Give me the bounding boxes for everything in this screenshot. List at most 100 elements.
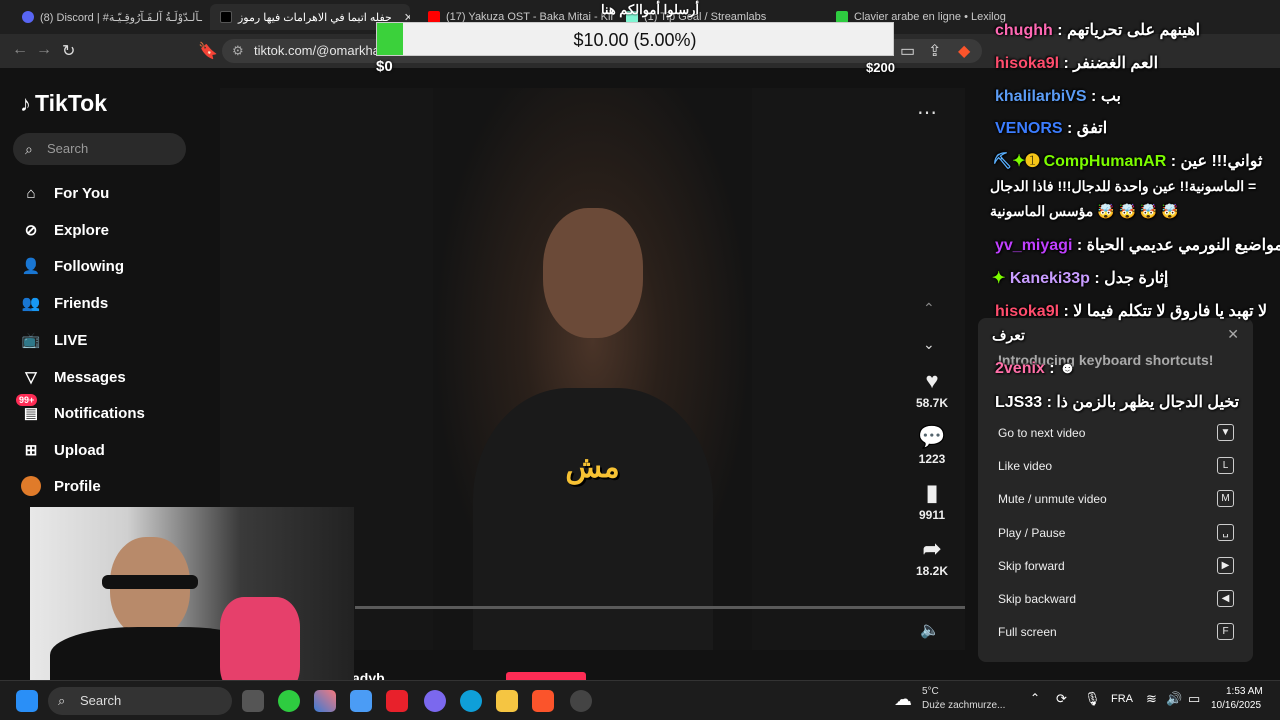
comment-button[interactable]: 💬 1223 bbox=[906, 424, 958, 466]
chat-message: hisoka9l : العم الغضنفر bbox=[995, 55, 1159, 72]
search-icon: ⌕ bbox=[25, 141, 33, 157]
edge-icon[interactable] bbox=[460, 690, 482, 712]
nav-messages[interactable]: ▽ Messages bbox=[20, 366, 126, 388]
share-button[interactable]: ➦ 18.2K bbox=[906, 536, 958, 578]
file-explorer-icon[interactable] bbox=[496, 690, 518, 712]
sunglasses bbox=[102, 575, 198, 589]
nav-label: Notifications bbox=[54, 404, 145, 422]
messages-icon: ▽ bbox=[25, 369, 37, 386]
reload-icon[interactable]: ↻ bbox=[62, 41, 75, 61]
donation-goal-bar: $10.00 (5.00%) bbox=[376, 22, 894, 56]
chat-message: hisoka9l : لا تهبد يا فاروق لا تتكلم فيم… bbox=[995, 303, 1268, 320]
taskbar-search-label: Search bbox=[80, 693, 122, 708]
chat-message: VENORS : اتفق bbox=[995, 120, 1108, 137]
share-arrow-icon: ➦ bbox=[922, 536, 942, 561]
nav-friends[interactable]: 👥 Friends bbox=[20, 292, 109, 314]
language-indicator[interactable]: FRA bbox=[1111, 693, 1133, 705]
clock-date[interactable]: 10/16/2025 bbox=[1211, 700, 1261, 711]
task-view-icon[interactable] bbox=[242, 690, 264, 712]
nav-for-you[interactable]: ⌂ For You bbox=[20, 182, 109, 204]
compass-icon: ⊘ bbox=[24, 222, 38, 239]
nav-upload[interactable]: ⊞ Upload bbox=[20, 439, 105, 461]
forward-icon[interactable]: → bbox=[36, 41, 52, 59]
chat-text: لا تهبد يا فاروق لا تتكلم فيما لا bbox=[1073, 303, 1268, 320]
windows-start-icon[interactable] bbox=[16, 690, 38, 712]
wifi-icon[interactable]: ≋ bbox=[1146, 691, 1157, 707]
app-icon[interactable] bbox=[386, 690, 408, 712]
bookmark-icon: ▮ bbox=[925, 480, 939, 505]
shortcut-key: ␣ bbox=[1217, 524, 1234, 541]
logo-text: TikTok bbox=[35, 90, 107, 116]
xbox-icon[interactable] bbox=[278, 690, 300, 712]
site-settings-icon[interactable]: ⚙ bbox=[232, 39, 244, 63]
bookmark-icon[interactable]: 🔖 bbox=[198, 41, 218, 61]
share-count: 18.2K bbox=[915, 564, 949, 578]
battery-icon[interactable]: ▭ bbox=[1188, 691, 1200, 707]
shortcut-row: Go to next video ▼ bbox=[998, 424, 1234, 441]
nav-live[interactable]: 📺 LIVE bbox=[20, 329, 88, 351]
shortcut-label: Skip backward bbox=[998, 591, 1077, 606]
chat-app-icon[interactable] bbox=[424, 690, 446, 712]
avatar-icon bbox=[20, 475, 42, 497]
video-caption: مش bbox=[565, 451, 620, 484]
donation-min: $0 bbox=[376, 58, 393, 75]
search-input[interactable]: ⌕ Search bbox=[13, 133, 186, 165]
microphone-icon[interactable]: 🎙 bbox=[1084, 691, 1101, 707]
save-button[interactable]: ▮ 9911 bbox=[906, 480, 958, 522]
store-icon[interactable] bbox=[350, 690, 372, 712]
shortcut-key: ◀ bbox=[1217, 590, 1234, 607]
chat-text: بب bbox=[1100, 88, 1121, 105]
taskbar-search[interactable]: ⌕ Search bbox=[48, 687, 232, 715]
video-progress-bar[interactable] bbox=[355, 606, 965, 609]
shortcut-row: Skip backward ◀ bbox=[998, 590, 1234, 607]
chat-message: ⛏✦➊ CompHumanAR : ثواني!!! عين bbox=[992, 153, 1263, 170]
chevron-down-icon[interactable]: ⌄ bbox=[923, 336, 935, 353]
nav-label: For You bbox=[54, 184, 110, 202]
back-icon[interactable]: ← bbox=[12, 41, 28, 59]
chevron-up-icon[interactable]: ⌃ bbox=[1030, 691, 1040, 705]
brave-shield-icon[interactable]: ◆ bbox=[958, 41, 970, 61]
tab-discord[interactable]: (8) Discord | #ـآلـدّوْلَـةُ آلـفَـآرُوق… bbox=[12, 4, 208, 30]
tab-label: حفله اتيما في الاهرامات فيها رموز bbox=[238, 11, 392, 24]
speaker-shirt bbox=[473, 388, 713, 650]
nav-label: LIVE bbox=[54, 331, 88, 349]
obs-icon[interactable] bbox=[570, 690, 592, 712]
comment-icon: 💬 bbox=[918, 424, 946, 449]
nav-profile[interactable]: Profile bbox=[20, 475, 101, 497]
tiktok-logo[interactable]: ♪ TikTok bbox=[20, 90, 107, 117]
nav-explore[interactable]: ⊘ Explore bbox=[20, 219, 109, 241]
chat-user: VENORS bbox=[995, 120, 1063, 137]
nav-label: Explore bbox=[54, 221, 110, 239]
comment-count: 1223 bbox=[918, 452, 946, 466]
save-count: 9911 bbox=[918, 508, 946, 522]
brave-icon[interactable] bbox=[532, 690, 554, 712]
chat-user: 2venix bbox=[995, 360, 1045, 377]
pickaxe-badge-icon: ⛏ bbox=[992, 153, 1013, 170]
emote-icon: ☻ bbox=[1059, 360, 1076, 377]
sync-icon[interactable]: ⟳ bbox=[1056, 691, 1067, 707]
nav-following[interactable]: 👤 Following bbox=[20, 255, 124, 277]
cast-icon[interactable]: ▭ bbox=[900, 41, 915, 61]
like-button[interactable]: ♥ 58.7K bbox=[906, 368, 958, 410]
sparkle-badge-icon: ✦ bbox=[1012, 153, 1026, 170]
shortcut-label: Like video bbox=[998, 458, 1053, 473]
video-player[interactable]: مش bbox=[433, 88, 752, 650]
nav-notifications[interactable]: ▤ 99+ Notifications bbox=[16, 394, 145, 424]
follow-button[interactable] bbox=[506, 672, 586, 680]
weather-icon[interactable]: ☁ bbox=[894, 689, 912, 710]
more-options-icon[interactable]: ⋯ bbox=[917, 100, 937, 125]
volume-icon[interactable]: 🔊 bbox=[1166, 691, 1182, 707]
microphone bbox=[220, 597, 300, 690]
close-icon[interactable]: ✕ bbox=[1227, 326, 1239, 343]
donation-max: $200 bbox=[866, 60, 895, 75]
share-icon[interactable]: ⇪ bbox=[928, 41, 941, 61]
chat-text: إثارة جدل bbox=[1104, 270, 1169, 287]
chat-continuation: مؤسس الماسونية 🤯 🤯 🤯 🤯 bbox=[990, 203, 1179, 219]
chevron-up-icon[interactable]: ⌃ bbox=[923, 300, 935, 317]
clock-time[interactable]: 1:53 AM bbox=[1226, 686, 1263, 697]
volume-icon[interactable]: 🔈 bbox=[920, 620, 940, 640]
friends-icon: 👥 bbox=[21, 295, 41, 312]
copilot-icon[interactable] bbox=[314, 690, 336, 712]
shortcut-label: Skip forward bbox=[998, 558, 1065, 573]
chat-user: chughh bbox=[995, 22, 1053, 39]
